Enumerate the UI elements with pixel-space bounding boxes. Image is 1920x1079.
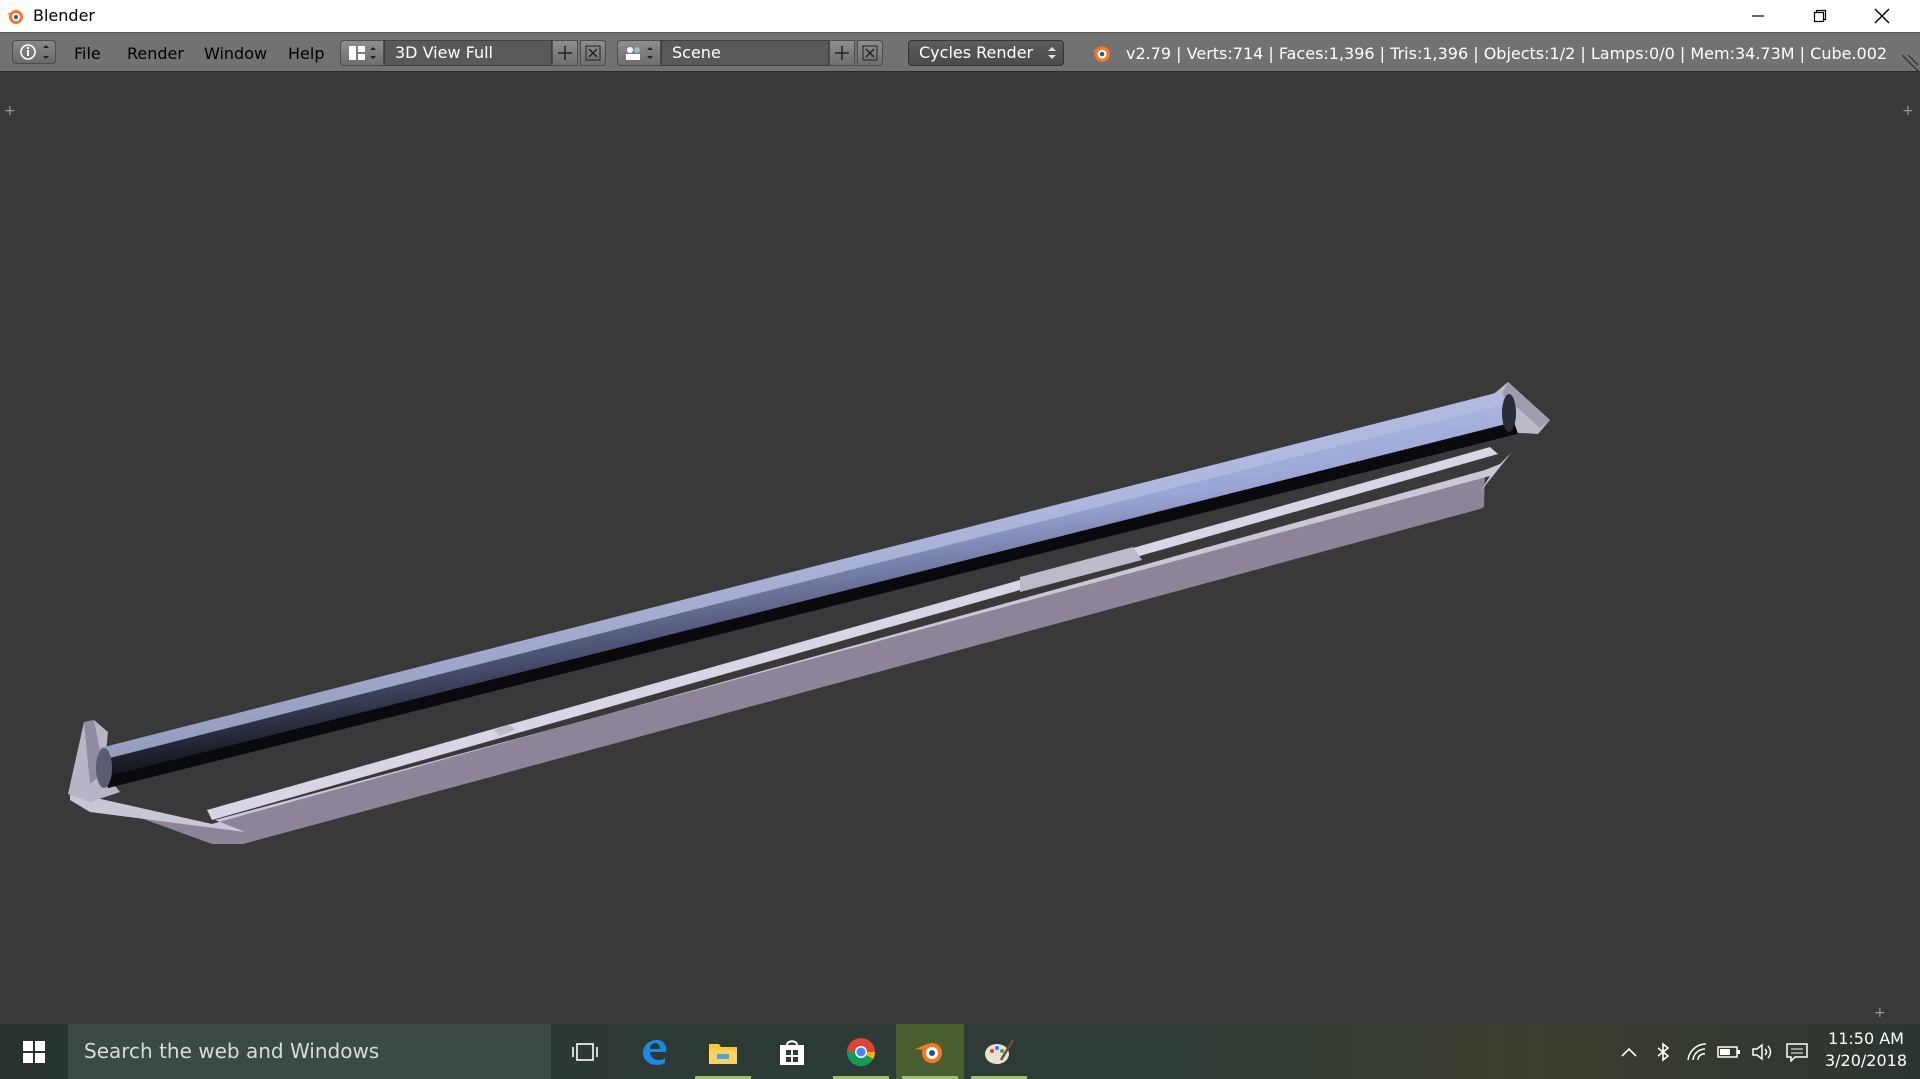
clock-time: 11:50 AM — [1828, 1029, 1904, 1048]
taskbar-paint[interactable] — [965, 1024, 1033, 1079]
x-icon — [862, 45, 878, 61]
rod-left-end — [96, 748, 112, 788]
scene-browse-button[interactable] — [617, 40, 661, 66]
window-title-bar: Blender — [0, 0, 1920, 32]
taskbar-store[interactable] — [758, 1024, 826, 1079]
editor-type-selector[interactable] — [12, 40, 56, 64]
battery-icon — [1717, 1046, 1740, 1058]
blender-logo-icon — [1092, 46, 1110, 62]
scene-render — [68, 382, 1550, 844]
tray-network[interactable] — [1684, 1039, 1710, 1065]
taskbar-clock[interactable]: 11:50 AM 3/20/2018 — [1820, 1028, 1912, 1072]
minimize-button[interactable] — [1727, 0, 1789, 32]
paint-icon — [985, 1038, 1015, 1064]
scene-field[interactable]: Scene — [661, 40, 829, 66]
info-header: File Render Window Help 3D View Full Sce… — [0, 32, 1920, 72]
task-view-icon — [572, 1042, 598, 1061]
remove-screen-button[interactable] — [580, 40, 606, 66]
tray-bluetooth[interactable] — [1650, 1039, 1676, 1065]
plus-icon — [558, 46, 572, 60]
menu-render[interactable]: Render — [127, 44, 184, 63]
taskbar-search-box[interactable]: Search the web and Windows — [68, 1024, 551, 1079]
action-center-icon — [1786, 1043, 1808, 1062]
plus-icon — [835, 46, 849, 60]
add-scene-button[interactable] — [829, 40, 855, 66]
scene-icon — [626, 47, 653, 60]
tray-action-center[interactable] — [1784, 1039, 1810, 1065]
chrome-icon — [847, 1037, 875, 1066]
taskbar-chrome[interactable] — [827, 1024, 895, 1079]
wifi-icon — [1687, 1043, 1707, 1061]
restore-button[interactable] — [1789, 0, 1851, 32]
taskbar-blender[interactable] — [896, 1024, 964, 1079]
show-hidden-icons-button[interactable] — [1616, 1039, 1642, 1065]
tray-lip — [207, 447, 1498, 820]
edge-icon — [643, 1039, 667, 1065]
x-icon — [585, 45, 601, 61]
rod-right-end — [1502, 394, 1516, 432]
store-icon — [780, 1039, 804, 1065]
screen-layout-icon — [349, 46, 376, 60]
menu-help[interactable]: Help — [288, 44, 324, 63]
blender-icon — [915, 1042, 942, 1063]
close-icon — [1874, 8, 1890, 24]
add-screen-button[interactable] — [552, 40, 578, 66]
taskbar-edge[interactable] — [620, 1024, 688, 1079]
bluetooth-icon — [1657, 1042, 1669, 1062]
windows-logo-icon — [23, 1040, 45, 1063]
windows-taskbar: Search the web and Windows 11:50 AM 3/20… — [0, 1024, 1920, 1079]
close-button[interactable] — [1851, 0, 1913, 32]
screen-layout-browse-button[interactable] — [340, 40, 384, 66]
tray-volume[interactable] — [1750, 1039, 1776, 1065]
render-engine-dropdown[interactable]: Cycles Render — [908, 40, 1064, 66]
rod-shadow — [105, 422, 1518, 788]
taskbar-file-explorer[interactable] — [689, 1024, 757, 1079]
rod-highlight — [100, 392, 1504, 760]
remove-scene-button[interactable] — [857, 40, 883, 66]
start-button[interactable] — [0, 1024, 68, 1079]
menu-file[interactable]: File — [74, 44, 101, 63]
clock-date: 3/20/2018 — [1824, 1051, 1908, 1070]
restore-icon — [1813, 9, 1827, 23]
menu-window[interactable]: Window — [204, 44, 267, 63]
screen-layout-field[interactable]: 3D View Full — [384, 40, 552, 66]
scene-statistics: v2.79 | Verts:714 | Faces:1,396 | Tris:1… — [1126, 44, 1888, 63]
minimize-icon — [1752, 15, 1764, 17]
task-view-button[interactable] — [551, 1024, 619, 1079]
file-explorer-icon — [709, 1043, 737, 1064]
info-icon — [20, 44, 49, 60]
updown-arrows-icon — [1048, 47, 1056, 59]
3d-viewport[interactable]: + + + — [0, 72, 1920, 1024]
render-engine-label: Cycles Render — [919, 43, 1034, 62]
area-split-corner-icon[interactable] — [1900, 53, 1920, 73]
tray-battery[interactable] — [1716, 1039, 1742, 1065]
chevron-up-icon — [1621, 1047, 1637, 1057]
blender-logo-icon — [7, 10, 23, 24]
window-title: Blender — [33, 6, 95, 25]
volume-icon — [1752, 1043, 1772, 1061]
